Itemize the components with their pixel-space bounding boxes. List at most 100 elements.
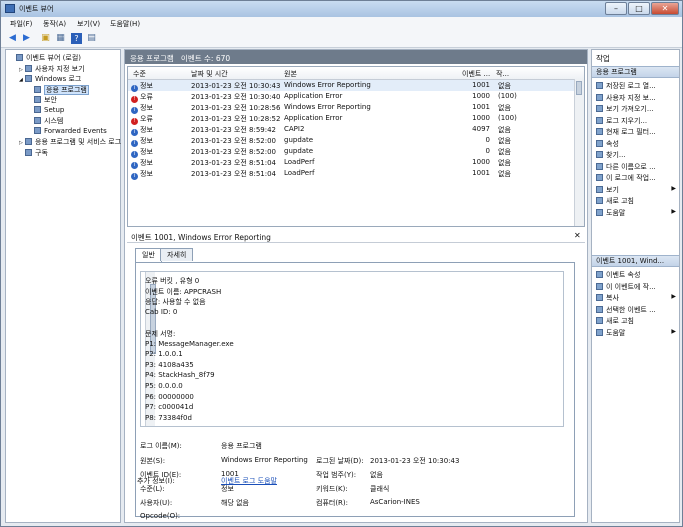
action-item[interactable]: 도움말 ▶ (596, 328, 678, 338)
description-line: P5: 0.0.0.0 (145, 382, 183, 390)
table-row[interactable]: i 정보 2013-01-23 오전 8:59:42 CAPI2 4097 없음 (128, 124, 576, 136)
action-item[interactable]: 저장된 로그 열... (596, 81, 678, 91)
table-row[interactable]: ! 오류 2013-01-23 오전 10:30:40 Application Err… (128, 91, 576, 103)
label-user: 사용자(U): (140, 499, 173, 507)
action-label: 새로 고침 (606, 197, 634, 205)
tree-item[interactable]: 시스템 (28, 116, 63, 126)
folder-icon[interactable]: ▣ (40, 33, 51, 44)
action-icon (596, 128, 603, 135)
actions-section-log[interactable]: 응용 프로그램 (592, 66, 679, 78)
event-list-scrollbar[interactable] (574, 79, 584, 226)
action-icon (596, 185, 603, 193)
maximize-button[interactable]: □ (628, 2, 650, 15)
tree-item[interactable]: ▷ 응용 프로그램 및 서비스 로그 (19, 137, 121, 147)
back-arrow-icon[interactable]: ◀ (7, 33, 18, 44)
cell-source: CAPI2 (284, 125, 305, 133)
table-row[interactable]: i 정보 2013-01-23 오전 10:30:43 Windows Error R… (128, 80, 576, 92)
event-list-scroll-thumb[interactable] (576, 81, 582, 95)
tree-item[interactable]: 응용 프로그램 (28, 84, 89, 95)
column-date[interactable]: 날짜 및 시간 (191, 69, 228, 79)
forward-arrow-icon[interactable]: ▶ (21, 33, 32, 44)
action-icon (596, 82, 603, 89)
show-pane-icon[interactable]: ▤ (86, 33, 97, 44)
action-icon (596, 305, 603, 313)
table-row[interactable]: i 정보 2013-01-23 오전 10:28:56 Windows Error R… (128, 102, 576, 114)
table-row[interactable]: i 정보 2013-01-23 오전 8:52:00 gupdate 0 없음 (128, 146, 576, 158)
log-folder-icon (34, 105, 41, 113)
cell-date: 2013-01-23 오전 8:59:42 (191, 126, 276, 134)
action-item[interactable]: 이 이벤트에 작... (596, 282, 678, 292)
cell-event-id: 0 (485, 147, 490, 155)
tree-item[interactable]: ◢ Windows 로그 (19, 74, 81, 84)
action-icon (596, 116, 603, 124)
close-button[interactable]: ✕ (651, 2, 679, 15)
event-description[interactable]: 오류 버킷 , 유형 0 이벤트 이름: APPCRASH 응답: 사용할 수 없음… (140, 271, 564, 427)
action-item[interactable]: 다른 이름으로 ... (596, 162, 678, 172)
label-keywords: 키워드(K): (316, 485, 348, 493)
log-folder-icon (34, 126, 41, 134)
tree-item-label: 사용자 지정 보기 (35, 64, 85, 73)
action-item[interactable]: 새로 고침 (596, 316, 678, 326)
action-item[interactable]: 선택한 이벤트 ... (596, 305, 678, 315)
action-item[interactable]: 보기 가져오기... (596, 104, 678, 114)
action-item[interactable]: 복사 ▶ (596, 293, 678, 303)
action-icon (596, 328, 603, 336)
actions-section-event[interactable]: 이벤트 1001, Wind... (592, 255, 679, 267)
minimize-button[interactable]: – (605, 2, 627, 15)
cell-level: i 정보 (131, 169, 153, 180)
table-row[interactable]: i 정보 2013-01-23 오전 8:51:04 LoadPerf 1000 없음 (128, 157, 576, 169)
action-item[interactable]: 도움말 ▶ (596, 208, 678, 218)
submenu-arrow-icon: ▶ (671, 293, 676, 300)
table-row[interactable]: i 정보 2013-01-23 오전 8:52:00 gupdate 0 없음 (128, 135, 576, 147)
action-item[interactable]: 현재 로그 필터... (596, 127, 678, 137)
navigation-tree: 이벤트 뷰어 (로컬) ▷ 사용자 지정 보기 ◢ Windows 로그 응용 프로그램 보… (5, 49, 121, 523)
action-item[interactable]: 찾기... (596, 150, 678, 160)
properties-icon[interactable]: ▦ (55, 33, 66, 44)
column-source[interactable]: 원본 (284, 69, 297, 79)
help-icon[interactable]: ? (71, 33, 82, 44)
tree-item[interactable]: Setup (28, 105, 64, 116)
tree-item[interactable]: ▷ 사용자 지정 보기 (19, 64, 85, 74)
tree-item[interactable]: 이벤트 뷰어 (로컬) (10, 53, 81, 63)
action-item[interactable]: 이 로그에 작업... (596, 173, 678, 183)
cell-source: Application Error (284, 92, 343, 100)
action-label: 이 이벤트에 작... (606, 282, 656, 291)
action-item[interactable]: 새로 고침 (596, 196, 678, 206)
menu-action[interactable]: 동작(A) (43, 19, 66, 29)
detail-title: 이벤트 1001, Windows Error Reporting (131, 233, 271, 242)
level-text: 정보 (140, 126, 153, 134)
menu-file[interactable]: 파일(F) (10, 19, 32, 29)
title-bar[interactable]: 이벤트 뷰어 – □ ✕ (1, 1, 682, 17)
event-log-help-link[interactable]: 이벤트 로그 도움말 (221, 476, 277, 486)
tree-item[interactable]: Forwarded Events (28, 126, 107, 137)
menu-view[interactable]: 보기(V) (77, 19, 100, 29)
level-text: 정보 (140, 148, 153, 156)
value-computer: AsCarion-INES (370, 498, 420, 506)
action-item[interactable]: 보기 ▶ (596, 185, 678, 195)
table-row[interactable]: ! 오류 2013-01-23 오전 10:28:52 Application Err… (128, 113, 576, 125)
action-item[interactable]: 이벤트 속성 (596, 270, 678, 280)
cell-event-id: 0 (485, 136, 490, 144)
log-folder-icon (25, 64, 32, 72)
tree-item-label: Forwarded Events (44, 126, 107, 135)
tab-general[interactable]: 일반 (135, 248, 162, 262)
label-task-category: 작업 범주(Y): (316, 471, 357, 479)
action-icon (596, 282, 603, 290)
cell-date: 2013-01-23 오전 8:51:04 (191, 159, 276, 167)
tree-item[interactable]: 보안 (28, 95, 57, 105)
cell-task: 없음 (498, 148, 511, 156)
table-row[interactable]: i 정보 2013-01-23 오전 8:51:04 LoadPerf 1001 없음 (128, 168, 576, 180)
column-level[interactable]: 수준 (133, 69, 146, 79)
tree-item[interactable]: 구독 (19, 148, 48, 158)
description-line: 오류 버킷 , 유형 0 (145, 277, 200, 285)
action-item[interactable]: 속성 (596, 139, 678, 149)
column-event-id[interactable]: 이벤트 ... (462, 69, 490, 79)
action-item[interactable]: 사용자 지정 보... (596, 93, 678, 103)
log-folder-icon (34, 85, 41, 93)
tab-details[interactable]: 자세히 (160, 248, 194, 261)
menu-help[interactable]: 도움말(H) (110, 19, 140, 29)
detail-close-icon[interactable]: ✕ (574, 231, 581, 240)
cell-source: Windows Error Reporting (284, 103, 371, 111)
action-item[interactable]: 로그 지우기... (596, 116, 678, 126)
column-task[interactable]: 작... (496, 69, 509, 79)
